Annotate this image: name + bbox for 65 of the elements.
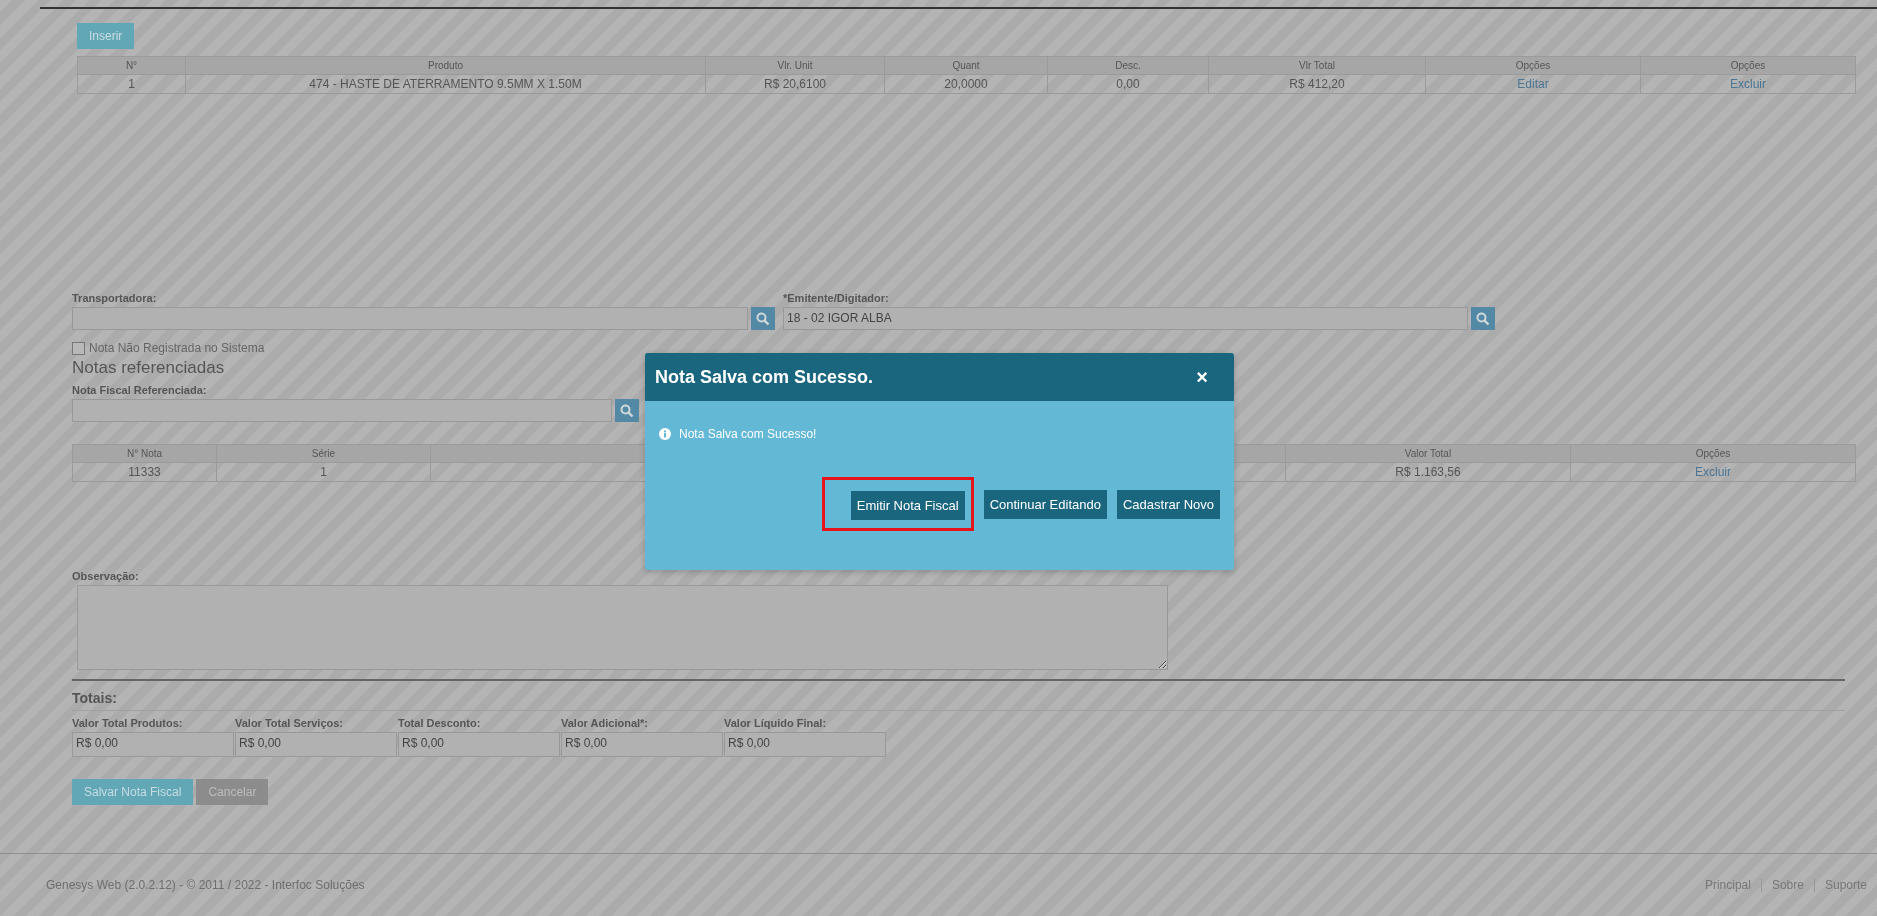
section-title: Notas referenciadas — [72, 358, 225, 378]
dialog-button[interactable]: Continuar Editando — [983, 489, 1107, 519]
checkbox[interactable] — [72, 341, 85, 355]
footer-link[interactable]: Suporte — [1813, 878, 1877, 892]
total-field: R$ 0,00 — [235, 732, 397, 757]
total-field: R$ 0,00 — [398, 732, 560, 757]
search-icon — [756, 311, 770, 326]
dialog-button[interactable]: Cadastrar Novo — [1116, 489, 1220, 519]
field-label: Valor Total Serviços: — [235, 717, 344, 729]
delete-link[interactable]: Excluir — [1730, 77, 1766, 91]
footer-text: Genesys Web (2.0.2.12) - © 2011 / 2022 - Interfoc Soluções — [46, 878, 365, 892]
column-header: N° — [77, 56, 186, 75]
table-cell: R$ 20,6100 — [705, 74, 885, 94]
close-button[interactable]: × — [1192, 365, 1212, 389]
table-cell: 11333 — [72, 462, 217, 482]
field-label: Nota Fiscal Referenciada: — [72, 384, 208, 396]
field-label: Valor Total Produtos: — [72, 717, 184, 729]
lookup-field[interactable] — [72, 399, 612, 422]
save-button[interactable]: Salvar Nota Fiscal — [72, 779, 194, 805]
observation-field[interactable] — [77, 585, 1168, 670]
field-label: *Emitente/Digitador: — [783, 292, 890, 304]
column-header: Produto — [185, 56, 706, 75]
edit-link[interactable]: Editar — [1517, 77, 1549, 91]
dialog-title: Nota Salva com Sucesso. — [655, 366, 874, 388]
table-cell: 1 — [216, 462, 431, 482]
column-header: Opções — [1570, 444, 1856, 463]
footer-link[interactable]: Principal — [1694, 878, 1761, 892]
column-header: Vlr. Unit — [705, 56, 885, 75]
lookup-field[interactable] — [72, 307, 748, 330]
table-cell: 0,00 — [1047, 74, 1209, 94]
insert-button[interactable]: Inserir — [77, 23, 135, 49]
column-header: Desc. — [1047, 56, 1209, 75]
total-field: R$ 0,00 — [72, 732, 234, 757]
search-button[interactable] — [751, 307, 775, 330]
lookup-field[interactable]: 18 - 02 IGOR ALBA — [783, 307, 1468, 330]
search-button[interactable] — [1471, 307, 1495, 330]
footer-link[interactable]: Sobre — [1760, 878, 1814, 892]
table-cell: 474 - HASTE DE ATERRAMENTO 9.5MM X 1.50M — [185, 74, 706, 94]
delete-link[interactable]: Excluir — [1695, 465, 1731, 479]
search-button[interactable] — [615, 399, 639, 422]
table-cell: 20,0000 — [884, 74, 1048, 94]
table-cell: 1 — [77, 74, 186, 94]
total-field: R$ 0,00 — [724, 732, 886, 757]
info-icon — [659, 428, 671, 440]
column-header: Vlr Total — [1208, 56, 1426, 75]
field-label: Valor Líquido Final: — [724, 717, 828, 729]
table-cell: R$ 1.163,56 — [1285, 462, 1571, 482]
dialog-message: Nota Salva com Sucesso! — [679, 427, 817, 441]
field-label: Total Desconto: — [398, 717, 482, 729]
column-header: Opções — [1640, 56, 1856, 75]
column-header: Série — [216, 444, 431, 463]
field-label: Transportadora: — [72, 292, 158, 304]
column-header: N° Nota — [72, 444, 217, 463]
total-field: R$ 0,00 — [561, 732, 723, 757]
search-icon — [620, 403, 634, 418]
table-cell: R$ 412,20 — [1208, 74, 1426, 94]
search-icon — [1476, 311, 1490, 326]
dialog-button[interactable]: Emitir Nota Fiscal — [850, 491, 965, 520]
column-header: Opções — [1425, 56, 1641, 75]
section-title: Totais: — [72, 690, 1845, 711]
column-header: Valor Total — [1285, 444, 1571, 463]
field-label: Valor Adicional*: — [561, 717, 649, 729]
column-header: Quant — [884, 56, 1048, 75]
field-label: Observação: — [72, 570, 139, 582]
checkbox-label: Nota Não Registrada no Sistema — [89, 341, 265, 355]
